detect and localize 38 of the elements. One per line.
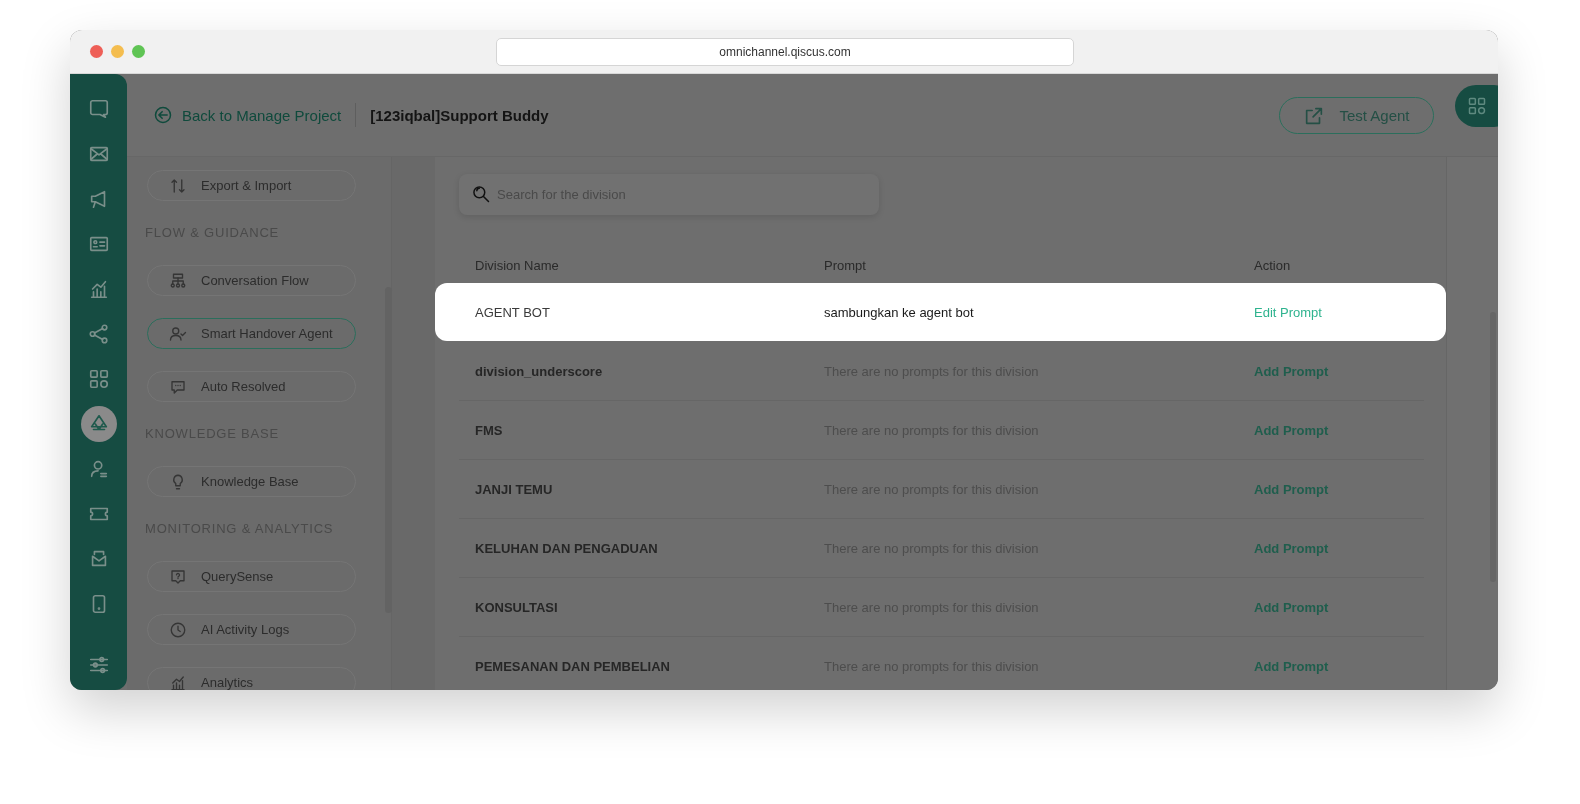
flow-chart-icon bbox=[169, 271, 187, 290]
grid-icon bbox=[87, 368, 110, 390]
sort-arrows-icon bbox=[169, 176, 187, 195]
division-name: PEMESANAN DAN PEMBELIAN bbox=[475, 658, 670, 674]
back-link[interactable]: Back to Manage Project bbox=[153, 105, 342, 125]
maximize-button[interactable] bbox=[132, 45, 145, 58]
prompt-link[interactable]: Add Prompt bbox=[1254, 422, 1329, 438]
prompt-text: sambungkan ke agent bot bbox=[824, 304, 974, 320]
address-bar[interactable]: omnichannel.qiscus.com bbox=[496, 38, 1074, 66]
column-header: Division Name bbox=[474, 257, 560, 273]
apps-button[interactable] bbox=[1455, 85, 1498, 127]
division-name: AGENT BOT bbox=[475, 304, 550, 320]
search-icon bbox=[471, 184, 491, 204]
rail-item[interactable] bbox=[80, 406, 117, 442]
prompt-link[interactable]: Edit Prompt bbox=[1254, 304, 1322, 320]
project-title: [123iqbal]Support Buddy bbox=[370, 106, 549, 124]
close-button[interactable] bbox=[90, 45, 103, 58]
chart-icon bbox=[169, 673, 187, 690]
user-check-icon bbox=[169, 324, 187, 343]
sliders-icon bbox=[87, 654, 110, 676]
prompt-link[interactable]: Add Prompt bbox=[1254, 599, 1329, 615]
prompt-link[interactable]: Add Prompt bbox=[1254, 540, 1329, 556]
chat-icon bbox=[87, 98, 110, 120]
division-name: FMS bbox=[475, 422, 503, 438]
prompt-link[interactable]: Add Prompt bbox=[1254, 481, 1329, 497]
share-icon bbox=[87, 323, 110, 345]
division-name: JANJI TEMU bbox=[475, 481, 553, 497]
column-header: Prompt bbox=[824, 257, 867, 273]
division-name: division_underscore bbox=[475, 363, 603, 379]
question-bubble-icon bbox=[169, 567, 187, 586]
prompt-link[interactable]: Add Prompt bbox=[1254, 658, 1329, 674]
prompt-link[interactable]: Add Prompt bbox=[1254, 363, 1329, 379]
division-name: KELUHAN DAN PENGADUAN bbox=[475, 540, 658, 556]
minimize-button[interactable] bbox=[111, 45, 124, 58]
clock-icon bbox=[169, 620, 187, 639]
division-name: KONSULTASI bbox=[475, 599, 558, 615]
column-header: Action bbox=[1254, 257, 1292, 273]
grid-icon bbox=[1467, 96, 1487, 116]
